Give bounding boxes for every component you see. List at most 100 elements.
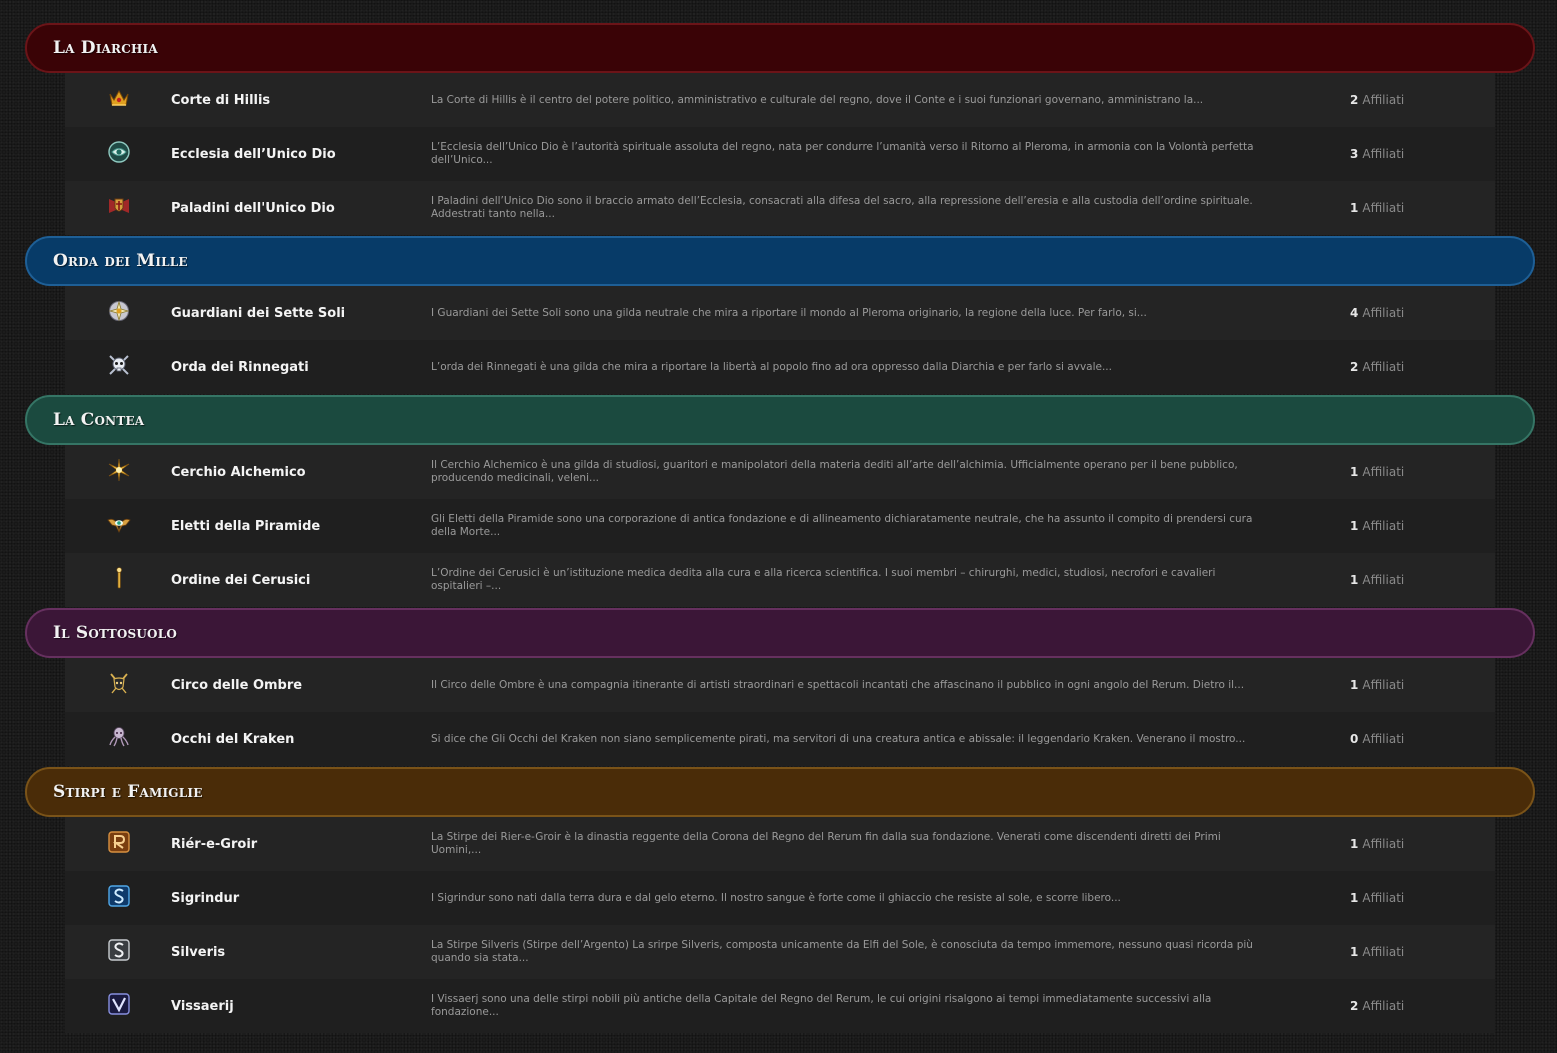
guild-row[interactable]: Sigrindur I Sigrindur sono nati dalla te… <box>65 871 1495 925</box>
affiliates-count: 1 Affiliati <box>1350 925 1404 979</box>
affiliates-label: Affiliati <box>1362 945 1405 959</box>
affiliates-count: 0 Affiliati <box>1350 712 1404 766</box>
faction-title: Stirpi e Famiglie <box>53 782 203 802</box>
guild-description: I Sigrindur sono nati dalla terra dura e… <box>431 891 1121 904</box>
affiliates-count: 1 Affiliati <box>1350 553 1404 607</box>
guild-name[interactable]: Ecclesia dell’Unico Dio <box>171 127 336 181</box>
faction-title: Orda dei Mille <box>53 251 188 271</box>
affiliates-number: 1 <box>1350 837 1359 851</box>
rune-r-icon <box>107 830 131 854</box>
guild-row[interactable]: Guardiani dei Sette Soli I Guardiani dei… <box>65 286 1495 340</box>
guild-description: I Guardiani dei Sette Soli sono una gild… <box>431 306 1147 319</box>
affiliates-label: Affiliati <box>1362 147 1405 161</box>
jester-mask-icon <box>107 671 131 695</box>
faction-header[interactable]: Stirpi e Famiglie <box>25 767 1535 817</box>
guild-name[interactable]: Orda dei Rinnegati <box>171 340 309 394</box>
faction-title: La Diarchia <box>53 38 158 58</box>
guild-name[interactable]: Paladini dell'Unico Dio <box>171 181 335 235</box>
affiliates-count: 1 Affiliati <box>1350 658 1404 712</box>
affiliates-count: 1 Affiliati <box>1350 871 1404 925</box>
affiliates-count: 2 Affiliati <box>1350 340 1404 394</box>
guild-name[interactable]: Riér-e-Groir <box>171 817 257 871</box>
guild-description: Gli Eletti della Piramide sono una corpo… <box>431 513 1253 538</box>
guild-row[interactable]: Silveris La Stirpe Silveris (Stirpe dell… <box>65 925 1495 979</box>
guild-row[interactable]: Ordine dei Cerusici L’Ordine dei Cerusic… <box>65 553 1495 607</box>
guild-list: La Diarchia Corte di Hillis La Corte di … <box>0 0 1557 1053</box>
guild-name[interactable]: Circo delle Ombre <box>171 658 302 712</box>
guild-description: I Paladini dell’Unico Dio sono il bracci… <box>431 195 1253 220</box>
sun-emblem-icon <box>107 299 131 323</box>
guild-row[interactable]: Circo delle Ombre Il Circo delle Ombre è… <box>65 658 1495 712</box>
guild-name[interactable]: Eletti della Piramide <box>171 499 320 553</box>
guild-row[interactable]: Paladini dell'Unico Dio I Paladini dell’… <box>65 181 1495 235</box>
guild-description: L’Ordine dei Cerusici è un’istituzione m… <box>431 567 1216 592</box>
rune-v-icon <box>107 992 131 1016</box>
guild-row[interactable]: Orda dei Rinnegati L’orda dei Rinnegati … <box>65 340 1495 394</box>
skull-crossed-blades-icon <box>107 353 131 377</box>
affiliates-label: Affiliati <box>1362 573 1405 587</box>
affiliates-number: 1 <box>1350 945 1359 959</box>
guild-name[interactable]: Silveris <box>171 925 225 979</box>
affiliates-count: 1 Affiliati <box>1350 445 1404 499</box>
guild-name[interactable]: Occhi del Kraken <box>171 712 294 766</box>
guild-name[interactable]: Ordine dei Cerusici <box>171 553 310 607</box>
guild-description: Il Cerchio Alchemico è una gilda di stud… <box>431 459 1238 484</box>
affiliates-count: 1 Affiliati <box>1350 499 1404 553</box>
affiliates-number: 2 <box>1350 360 1359 374</box>
affiliates-label: Affiliati <box>1362 732 1405 746</box>
crown-icon <box>107 86 131 110</box>
affiliates-label: Affiliati <box>1362 678 1405 692</box>
guild-description: La Stirpe Silveris (Stirpe dell’Argento)… <box>431 939 1253 964</box>
guild-name[interactable]: Sigrindur <box>171 871 239 925</box>
faction-header[interactable]: Orda dei Mille <box>25 236 1535 286</box>
guild-row[interactable]: Vissaerij I Vissaerj sono una delle stir… <box>65 979 1495 1033</box>
faction-title: Il Sottosuolo <box>53 623 177 643</box>
affiliates-label: Affiliati <box>1362 837 1405 851</box>
affiliates-number: 1 <box>1350 201 1359 215</box>
faction-header[interactable]: Il Sottosuolo <box>25 608 1535 658</box>
affiliates-number: 1 <box>1350 891 1359 905</box>
affiliates-count: 1 Affiliati <box>1350 181 1404 235</box>
winged-eye-icon <box>107 512 131 536</box>
guild-row[interactable]: Occhi del Kraken Si dice che Gli Occhi d… <box>65 712 1495 766</box>
guild-description: La Corte di Hillis è il centro del poter… <box>431 93 1204 106</box>
guild-row[interactable]: Eletti della Piramide Gli Eletti della P… <box>65 499 1495 553</box>
affiliates-number: 1 <box>1350 678 1359 692</box>
affiliates-number: 4 <box>1350 306 1359 320</box>
faction-title: La Contea <box>53 410 145 430</box>
rune-s-blue-icon <box>107 884 131 908</box>
kraken-icon <box>107 725 131 749</box>
affiliates-label: Affiliati <box>1362 360 1405 374</box>
affiliates-count: 2 Affiliati <box>1350 979 1404 1033</box>
faction-header[interactable]: La Contea <box>25 395 1535 445</box>
affiliates-count: 3 Affiliati <box>1350 127 1404 181</box>
guild-row[interactable]: Riér-e-Groir La Stirpe dei Rier-e-Groir … <box>65 817 1495 871</box>
affiliates-label: Affiliati <box>1362 891 1405 905</box>
guild-name[interactable]: Vissaerij <box>171 979 234 1033</box>
affiliates-count: 1 Affiliati <box>1350 817 1404 871</box>
affiliates-number: 2 <box>1350 999 1359 1013</box>
sacred-eye-icon <box>107 140 131 164</box>
guild-description: I Vissaerj sono una delle stirpi nobili … <box>431 993 1212 1018</box>
guild-description: Si dice che Gli Occhi del Kraken non sia… <box>431 732 1246 745</box>
affiliates-label: Affiliati <box>1362 999 1405 1013</box>
guild-description: Il Circo delle Ombre è una compagnia iti… <box>431 678 1245 691</box>
affiliates-number: 2 <box>1350 93 1359 107</box>
affiliates-number: 1 <box>1350 519 1359 533</box>
guild-name[interactable]: Corte di Hillis <box>171 73 270 127</box>
guild-name[interactable]: Guardiani dei Sette Soli <box>171 286 345 340</box>
staff-icon <box>107 566 131 590</box>
guild-row[interactable]: Cerchio Alchemico Il Cerchio Alchemico è… <box>65 445 1495 499</box>
affiliates-number: 3 <box>1350 147 1359 161</box>
guild-row[interactable]: Corte di Hillis La Corte di Hillis è il … <box>65 73 1495 127</box>
affiliates-label: Affiliati <box>1362 93 1405 107</box>
guild-name[interactable]: Cerchio Alchemico <box>171 445 306 499</box>
faction-header[interactable]: La Diarchia <box>25 23 1535 73</box>
affiliates-count: 4 Affiliati <box>1350 286 1404 340</box>
affiliates-label: Affiliati <box>1362 519 1405 533</box>
affiliates-label: Affiliati <box>1362 306 1405 320</box>
guild-description: L’Ecclesia dell’Unico Dio è l’autorità s… <box>431 141 1254 166</box>
affiliates-number: 0 <box>1350 732 1359 746</box>
guild-row[interactable]: Ecclesia dell’Unico Dio L’Ecclesia dell’… <box>65 127 1495 181</box>
guild-description: L’orda dei Rinnegati è una gilda che mir… <box>431 360 1112 373</box>
